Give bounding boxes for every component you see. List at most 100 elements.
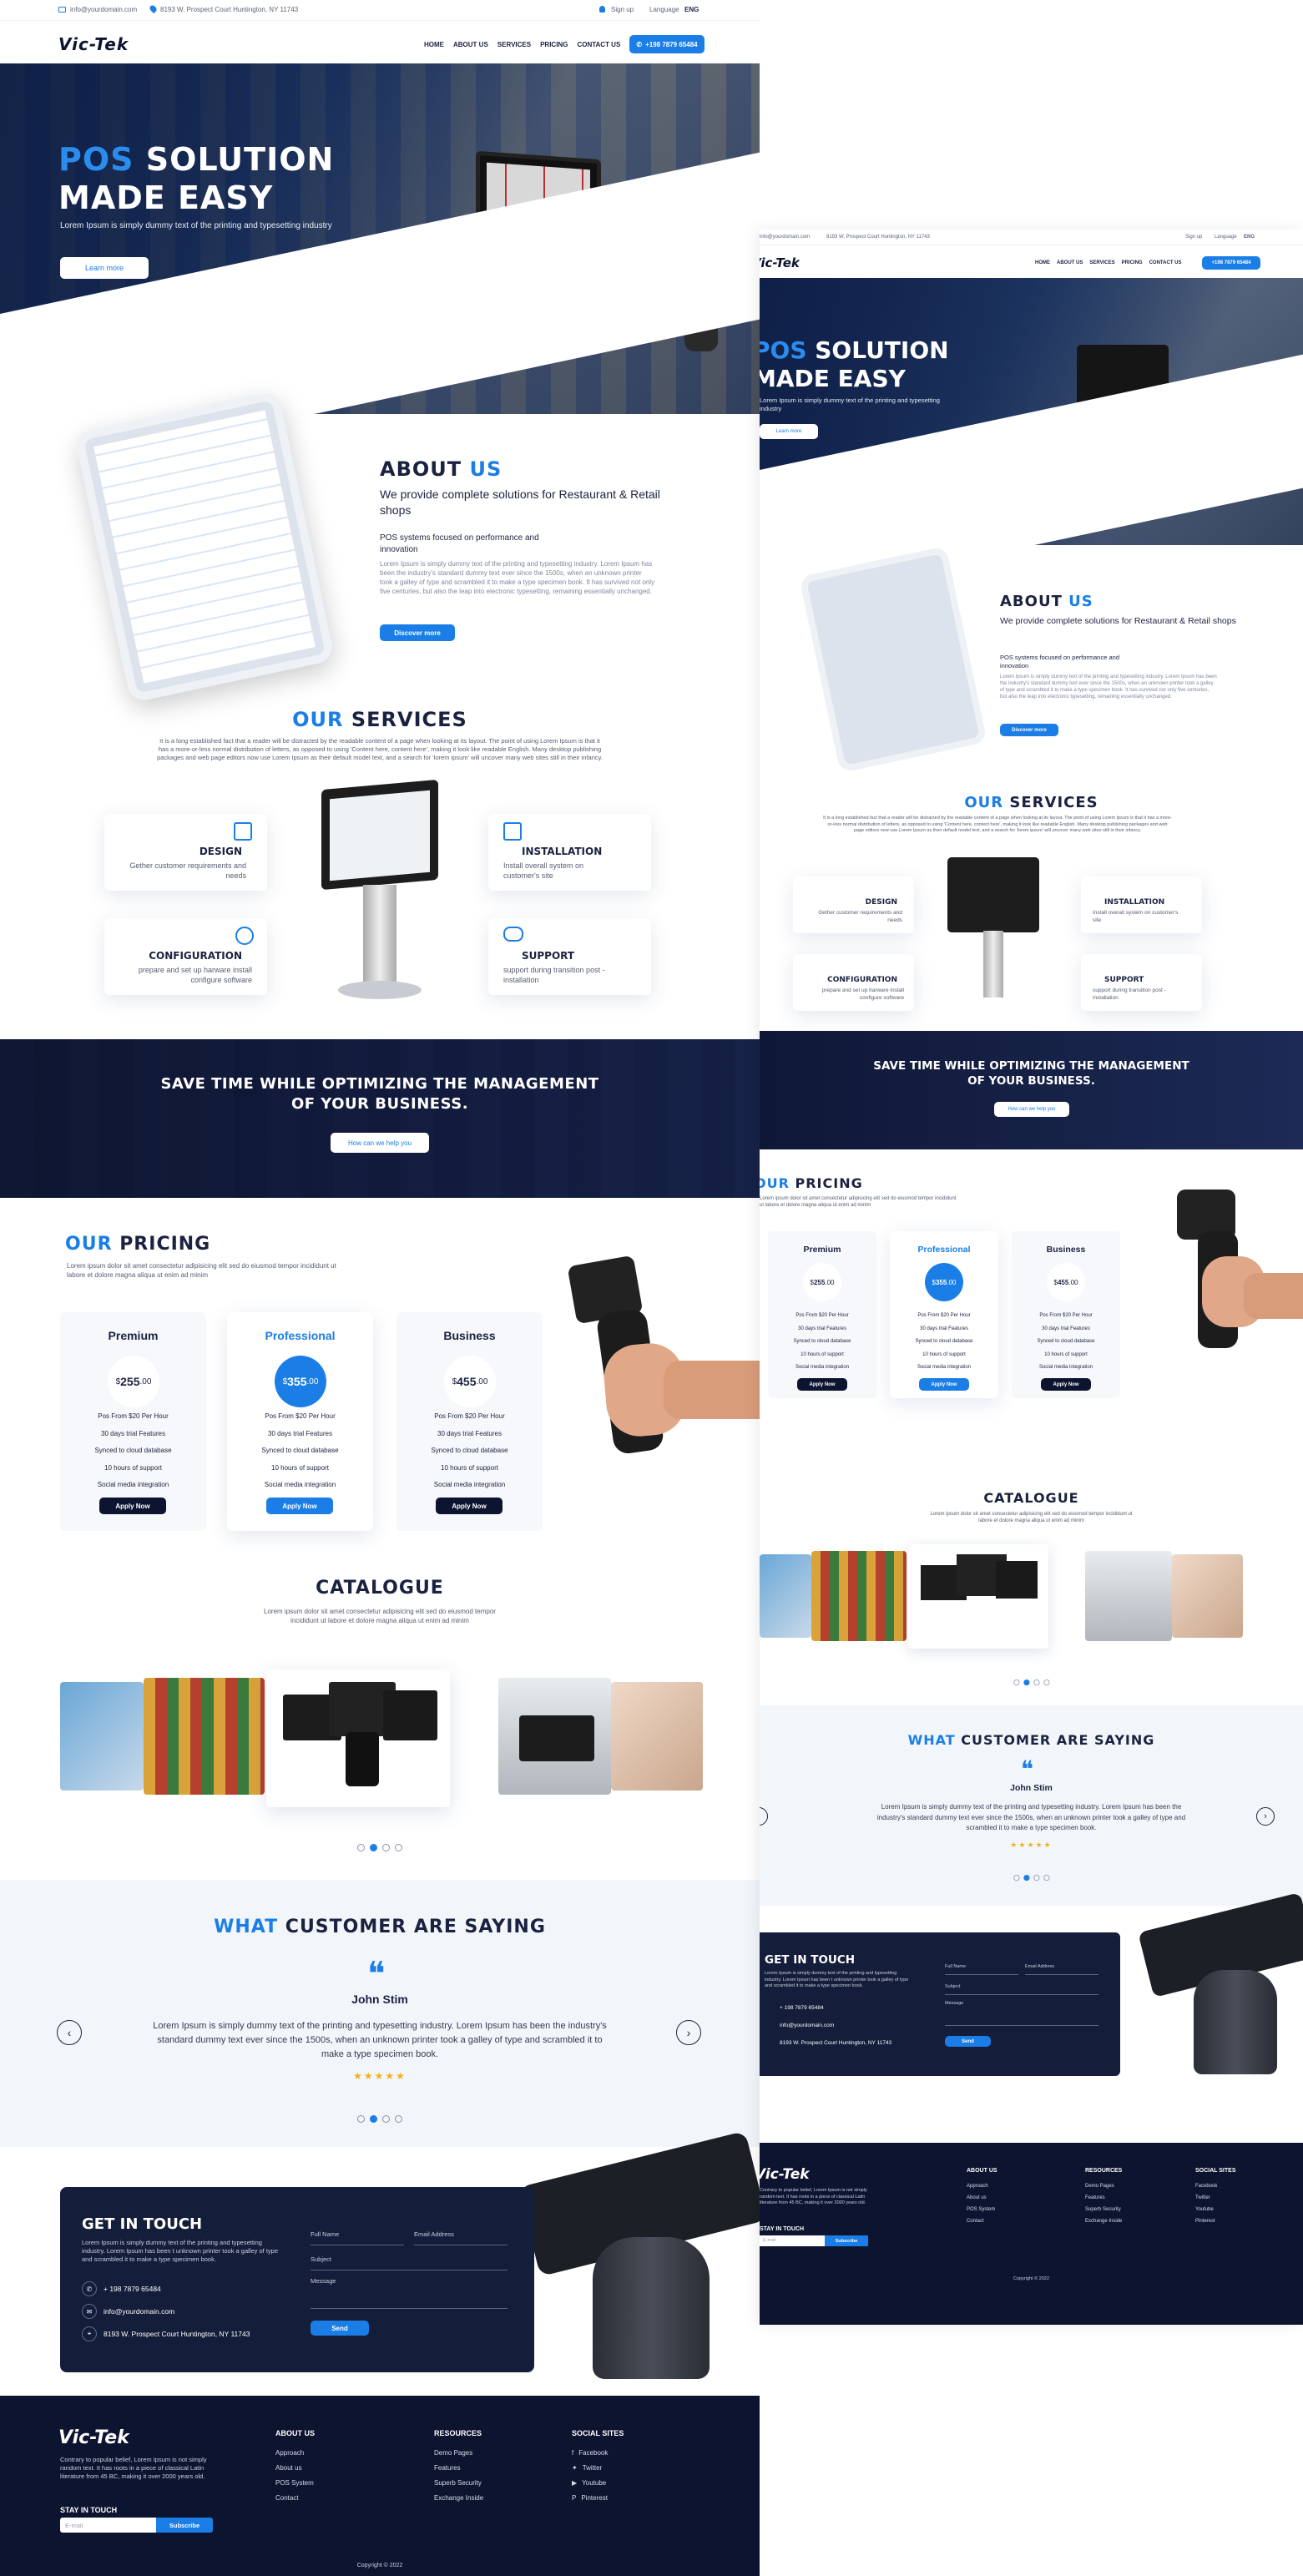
- preview-footer-link[interactable]: Facebook: [1195, 2180, 1236, 2192]
- service-card-configuration[interactable]: CONFIGURATION prepare and set up harware…: [104, 918, 267, 995]
- preview-banner-button[interactable]: How can we help you: [994, 1102, 1069, 1117]
- preview-nav-item[interactable]: SERVICES: [1089, 260, 1114, 265]
- carousel-dot[interactable]: [395, 2115, 402, 2123]
- carousel-dot-active[interactable]: [370, 1844, 377, 1851]
- preview-footer-link[interactable]: Demo Pages: [1085, 2180, 1122, 2192]
- carousel-dot[interactable]: [1033, 1679, 1040, 1686]
- carousel-dot-active[interactable]: [370, 2115, 377, 2123]
- nav-contact[interactable]: CONTACT US: [577, 41, 620, 48]
- twitter-link[interactable]: ✦ Twitter: [572, 2461, 624, 2476]
- catalogue-item[interactable]: [144, 1678, 265, 1795]
- pinterest-link[interactable]: P Pinterest: [572, 2491, 624, 2506]
- preview-footer-link[interactable]: Youtube: [1195, 2204, 1236, 2215]
- carousel-dot[interactable]: [357, 1844, 365, 1851]
- plan-apply-button[interactable]: Apply Now: [266, 1498, 333, 1514]
- carousel-dot-active[interactable]: [1023, 1875, 1030, 1881]
- nav-services[interactable]: SERVICES: [497, 41, 531, 48]
- preview-catalogue-item[interactable]: [1172, 1554, 1243, 1638]
- preview-service-card[interactable]: INSTALLATION Install overall system on c…: [1081, 876, 1202, 933]
- preview-footer-link[interactable]: Contact: [967, 2215, 997, 2227]
- footer-link[interactable]: POS System: [275, 2476, 315, 2491]
- newsletter-email-input[interactable]: E-mail: [60, 2518, 156, 2533]
- preview-nav-item[interactable]: CONTACT US: [1149, 260, 1182, 265]
- service-card-installation[interactable]: INSTALLATION Install overall system on c…: [488, 814, 651, 891]
- logo[interactable]: Vic-Tek: [58, 34, 129, 54]
- preview-subject-field[interactable]: Subject: [945, 1984, 1098, 1995]
- preview-footer-link[interactable]: POS System: [967, 2204, 997, 2215]
- preview-prev-button[interactable]: ‹: [760, 1807, 768, 1826]
- about-discover-button[interactable]: Discover more: [380, 624, 455, 641]
- nav-about[interactable]: ABOUT US: [453, 41, 488, 48]
- preview-service-card[interactable]: DESIGN Gether customer requirements and …: [793, 876, 914, 933]
- preview-footer-link[interactable]: Approach: [967, 2180, 997, 2192]
- footer-link[interactable]: Contact: [275, 2491, 315, 2506]
- preview-service-card[interactable]: CONFIGURATION prepare and set up harware…: [793, 954, 914, 1011]
- preview-nav-item[interactable]: PRICING: [1122, 260, 1143, 265]
- carousel-dot[interactable]: [1013, 1875, 1020, 1881]
- preview-about-button[interactable]: Discover more: [1000, 724, 1058, 736]
- testimonial-next-button[interactable]: ›: [676, 2020, 701, 2045]
- carousel-dot[interactable]: [382, 1844, 390, 1851]
- subscribe-button[interactable]: Subscribe: [156, 2518, 213, 2533]
- catalogue-item[interactable]: [60, 1682, 144, 1791]
- banner-help-button[interactable]: How can we help you: [331, 1133, 429, 1153]
- preview-send-button[interactable]: Send: [945, 2036, 991, 2047]
- carousel-dot[interactable]: [395, 1844, 402, 1851]
- preview-catalogue-item[interactable]: [811, 1551, 907, 1641]
- preview-catalogue-item[interactable]: [1085, 1551, 1172, 1641]
- carousel-dot[interactable]: [1043, 1679, 1050, 1686]
- language-select[interactable]: ENG: [684, 6, 699, 13]
- youtube-link[interactable]: ▶ Youtube: [572, 2476, 624, 2491]
- service-card-support[interactable]: SUPPORT support during transition post -…: [488, 918, 651, 995]
- carousel-dot[interactable]: [1033, 1875, 1040, 1881]
- plan-apply-button[interactable]: Apply Now: [99, 1498, 166, 1514]
- preview-subscribe-button[interactable]: Subscribe: [825, 2235, 868, 2246]
- signup-link[interactable]: Sign up: [611, 6, 634, 13]
- nav-pricing[interactable]: PRICING: [540, 41, 568, 48]
- catalogue-item-featured[interactable]: [266, 1669, 450, 1807]
- email-field[interactable]: Email Address: [414, 2230, 508, 2245]
- preview-footer-logo[interactable]: Vic-Tek: [760, 2166, 810, 2183]
- carousel-dot[interactable]: [1043, 1875, 1050, 1881]
- nav-home[interactable]: HOME: [424, 41, 444, 48]
- carousel-dot[interactable]: [1013, 1679, 1020, 1686]
- preview-lang-code[interactable]: ENG: [1244, 235, 1255, 240]
- preview-logo[interactable]: Vic-Tek: [760, 255, 800, 270]
- service-card-design[interactable]: DESIGN Gether customer requirements and …: [104, 814, 267, 891]
- preview-plan-button[interactable]: Apply Now: [1041, 1378, 1091, 1391]
- footer-link[interactable]: About us: [275, 2461, 315, 2476]
- plan-apply-button[interactable]: Apply Now: [436, 1498, 503, 1514]
- preview-phone-button[interactable]: +198 7879 65484: [1202, 256, 1260, 270]
- preview-catalogue-item-featured[interactable]: [908, 1544, 1048, 1649]
- send-button[interactable]: Send: [311, 2321, 369, 2336]
- carousel-dot[interactable]: [382, 2115, 390, 2123]
- preview-nav-item[interactable]: ABOUT US: [1057, 260, 1083, 265]
- preview-signup[interactable]: Sign up: [1185, 235, 1202, 240]
- full-name-field[interactable]: Full Name: [311, 2230, 404, 2245]
- preview-hero-button[interactable]: Learn more: [760, 424, 818, 439]
- catalogue-item[interactable]: [611, 1682, 703, 1791]
- message-field[interactable]: Message: [311, 2277, 508, 2309]
- preview-footer-link[interactable]: Twitter: [1195, 2192, 1236, 2204]
- testimonial-prev-button[interactable]: ‹: [57, 2020, 82, 2045]
- carousel-dot-active[interactable]: [1023, 1679, 1030, 1686]
- preview-next-button[interactable]: ›: [1256, 1807, 1275, 1826]
- facebook-link[interactable]: f Facebook: [572, 2446, 624, 2461]
- preview-footer-link[interactable]: About us: [967, 2192, 997, 2204]
- preview-catalogue-item[interactable]: [760, 1554, 811, 1638]
- footer-link[interactable]: Superb Security: [434, 2476, 483, 2491]
- subject-field[interactable]: Subject: [311, 2255, 508, 2270]
- preview-plan-button[interactable]: Apply Now: [919, 1378, 969, 1391]
- preview-footer-link[interactable]: Features: [1085, 2192, 1122, 2204]
- footer-link[interactable]: Features: [434, 2461, 483, 2476]
- preview-service-card[interactable]: SUPPORT support during transition post -…: [1081, 954, 1202, 1011]
- footer-link[interactable]: Demo Pages: [434, 2446, 483, 2461]
- footer-logo[interactable]: Vic-Tek: [58, 2427, 129, 2448]
- preview-footer-link[interactable]: Superb Security: [1085, 2204, 1122, 2215]
- preview-footer-link[interactable]: Pinterest: [1195, 2215, 1236, 2227]
- topbar-email[interactable]: info@yourdomain.com: [70, 6, 137, 13]
- carousel-dot[interactable]: [357, 2115, 365, 2123]
- preview-nav-item[interactable]: HOME: [1035, 260, 1050, 265]
- preview-newsletter-input[interactable]: E-mail: [760, 2235, 825, 2246]
- preview-name-field[interactable]: Full Name: [945, 1964, 1018, 1975]
